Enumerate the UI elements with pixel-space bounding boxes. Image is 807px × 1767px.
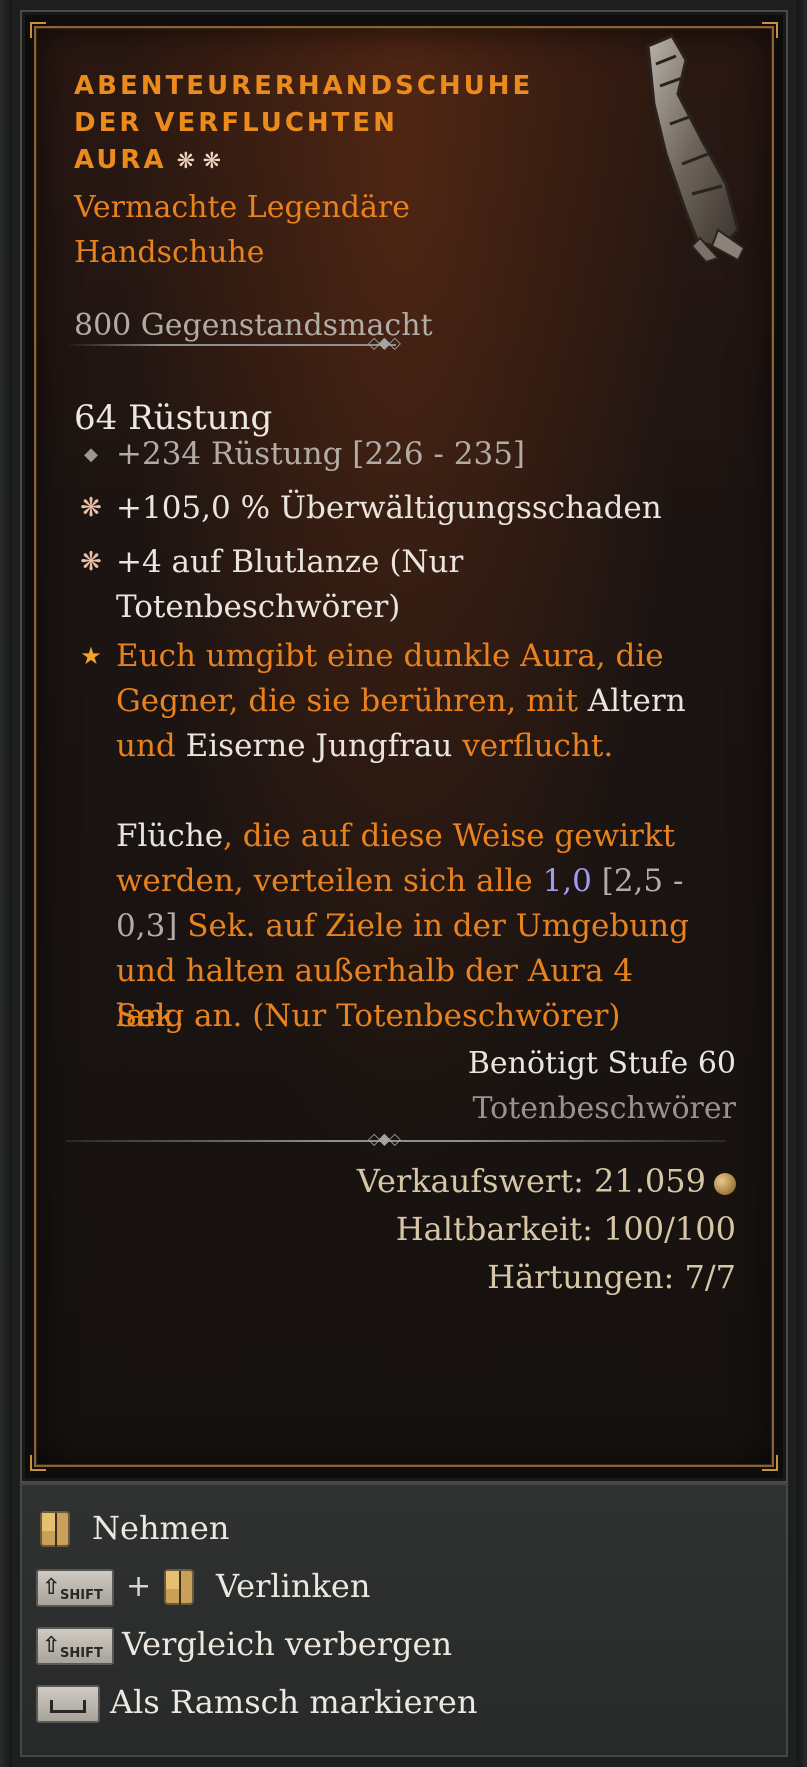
sell-value: Verkaufswert: 21.059: [357, 1162, 736, 1200]
action-hints-panel: Nehmen ⇧ SHIFT + Verlinken ⇧ SHIFT Verglei…: [20, 1483, 788, 1757]
take-action[interactable]: Nehmen: [36, 1505, 436, 1555]
shift-key-icon: ⇧ SHIFT: [36, 1569, 114, 1607]
greater-affix-icon: ❋: [80, 547, 102, 577]
required-class: Totenbeschwörer: [472, 1091, 736, 1126]
shift-key-icon: ⇧ SHIFT: [36, 1627, 114, 1665]
hide-compare-action[interactable]: ⇧ SHIFT Vergleich verbergen: [36, 1621, 536, 1671]
greater-affix-icon: ❋: [80, 493, 102, 523]
affix-row: ❋ +105,0 % Überwältigungsschaden: [74, 486, 694, 531]
spacebar-key-icon: [36, 1685, 100, 1723]
item-name: Abenteurerhandschuhe der verfluchten Aur…: [74, 71, 534, 175]
item-tooltip: Abenteurerhandschuhe der verfluchten Aur…: [20, 10, 788, 1483]
mark-junk-action[interactable]: Als Ramsch markieren: [36, 1679, 536, 1729]
divider-ornament-icon: ◇◆◇: [368, 333, 401, 352]
affix-row: ◆ +234 Rüstung [226 - 235]: [74, 432, 694, 477]
affix-row: ❋ +4 auf Blutlanze (Nur Totenbeschwörer): [74, 540, 694, 630]
gauntlet-icon: [646, 34, 746, 264]
link-action[interactable]: ⇧ SHIFT + Verlinken: [36, 1563, 536, 1613]
legendary-frame: Abenteurerhandschuhe der verfluchten Aur…: [30, 22, 778, 1471]
tempers: Härtungen: 7/7: [487, 1258, 736, 1296]
item-rarity: Vermachte Legendäre: [74, 190, 410, 225]
gold-coin-icon: [714, 1172, 736, 1195]
left-mouse-icon: [40, 1511, 70, 1547]
item-slot: Handschuhe: [74, 235, 265, 270]
left-mouse-icon: [164, 1569, 194, 1605]
required-level: Benötigt Stufe 60: [467, 1046, 736, 1081]
divider: [66, 344, 396, 346]
legendary-aspect: ★ Euch umgibt eine dunkle Aura, die Gegn…: [74, 634, 694, 1034]
left-panel-edge: [0, 0, 12, 1767]
legendary-star-icon: ★: [80, 642, 102, 670]
greater-affix-count-icon: ❋ ❋: [176, 149, 222, 174]
right-panel-edge: [797, 0, 807, 1767]
divider-ornament-icon: ◇◆◇: [368, 1129, 401, 1148]
durability: Haltbarkeit: 100/100: [395, 1210, 736, 1248]
diamond-icon: ◆: [84, 444, 98, 465]
